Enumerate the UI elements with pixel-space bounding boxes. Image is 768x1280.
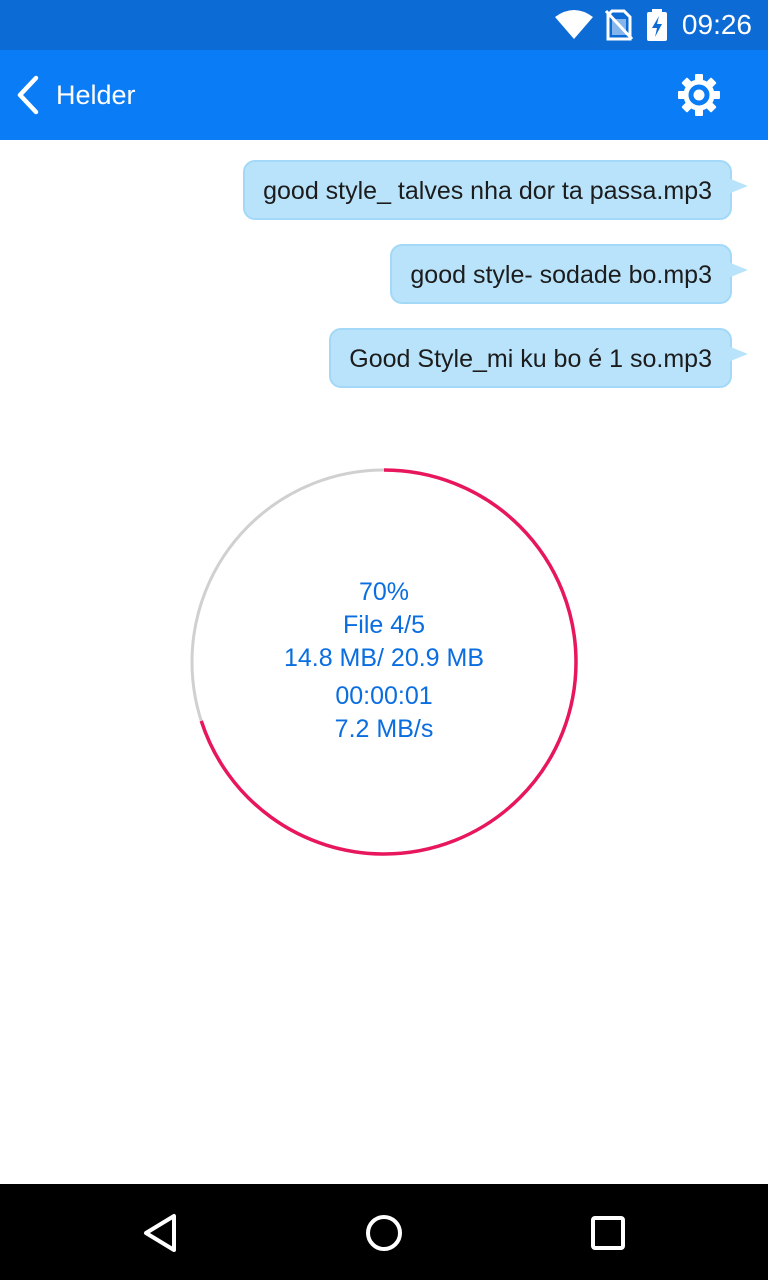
nav-back-button[interactable]: [138, 1210, 184, 1256]
battery-charging-icon: [647, 9, 667, 41]
home-circle-icon: [366, 1215, 402, 1251]
message-text: good style- sodade bo.mp3: [410, 261, 712, 289]
bubble-tail: [728, 178, 748, 194]
back-button[interactable]: [10, 72, 50, 118]
elapsed-time: 00:00:01: [335, 682, 433, 710]
bubble-tail: [728, 346, 748, 362]
progress-percent: 70%: [358, 578, 410, 606]
message-text: Good Style_mi ku bo é 1 so.mp3: [349, 345, 712, 373]
message-bubble[interactable]: Good Style_mi ku bo é 1 so.mp3: [329, 328, 748, 388]
gear-icon: [678, 74, 720, 116]
wifi-icon: [555, 10, 593, 39]
message-text: good style_ talves nha dor ta passa.mp3: [263, 177, 712, 205]
message-item: good style- sodade bo.mp3: [390, 244, 748, 304]
file-counter: File 4/5: [343, 611, 425, 639]
recents-square-icon: [591, 1216, 625, 1250]
status-bar: 09:26: [0, 0, 768, 50]
navigation-bar: [0, 1184, 768, 1280]
progress-info: 70% File 4/5 14.8 MB/ 20.9 MB 00:00:01 7…: [188, 466, 580, 858]
transfer-size: 14.8 MB/ 20.9 MB: [283, 644, 485, 672]
app-bar: Helder: [0, 50, 768, 140]
bubble-tail: [728, 262, 748, 278]
settings-button[interactable]: [676, 72, 722, 118]
chevron-left-icon: [17, 75, 39, 115]
nav-recents-button[interactable]: [585, 1210, 631, 1256]
app-title: Helder: [56, 80, 136, 110]
back-triangle-icon: [144, 1214, 176, 1252]
status-time: 09:26: [681, 9, 752, 40]
transfer-speed: 7.2 MB/s: [334, 715, 434, 743]
message-item: Good Style_mi ku bo é 1 so.mp3: [329, 328, 748, 388]
message-bubble[interactable]: good style- sodade bo.mp3: [390, 244, 748, 304]
no-sim-icon: [604, 9, 634, 41]
screen: 09:26 Helder good style_ talves nha dor …: [0, 0, 768, 1280]
message-item: good style_ talves nha dor ta passa.mp3: [243, 160, 748, 220]
message-bubble[interactable]: good style_ talves nha dor ta passa.mp3: [243, 160, 748, 220]
nav-home-button[interactable]: [361, 1210, 407, 1256]
